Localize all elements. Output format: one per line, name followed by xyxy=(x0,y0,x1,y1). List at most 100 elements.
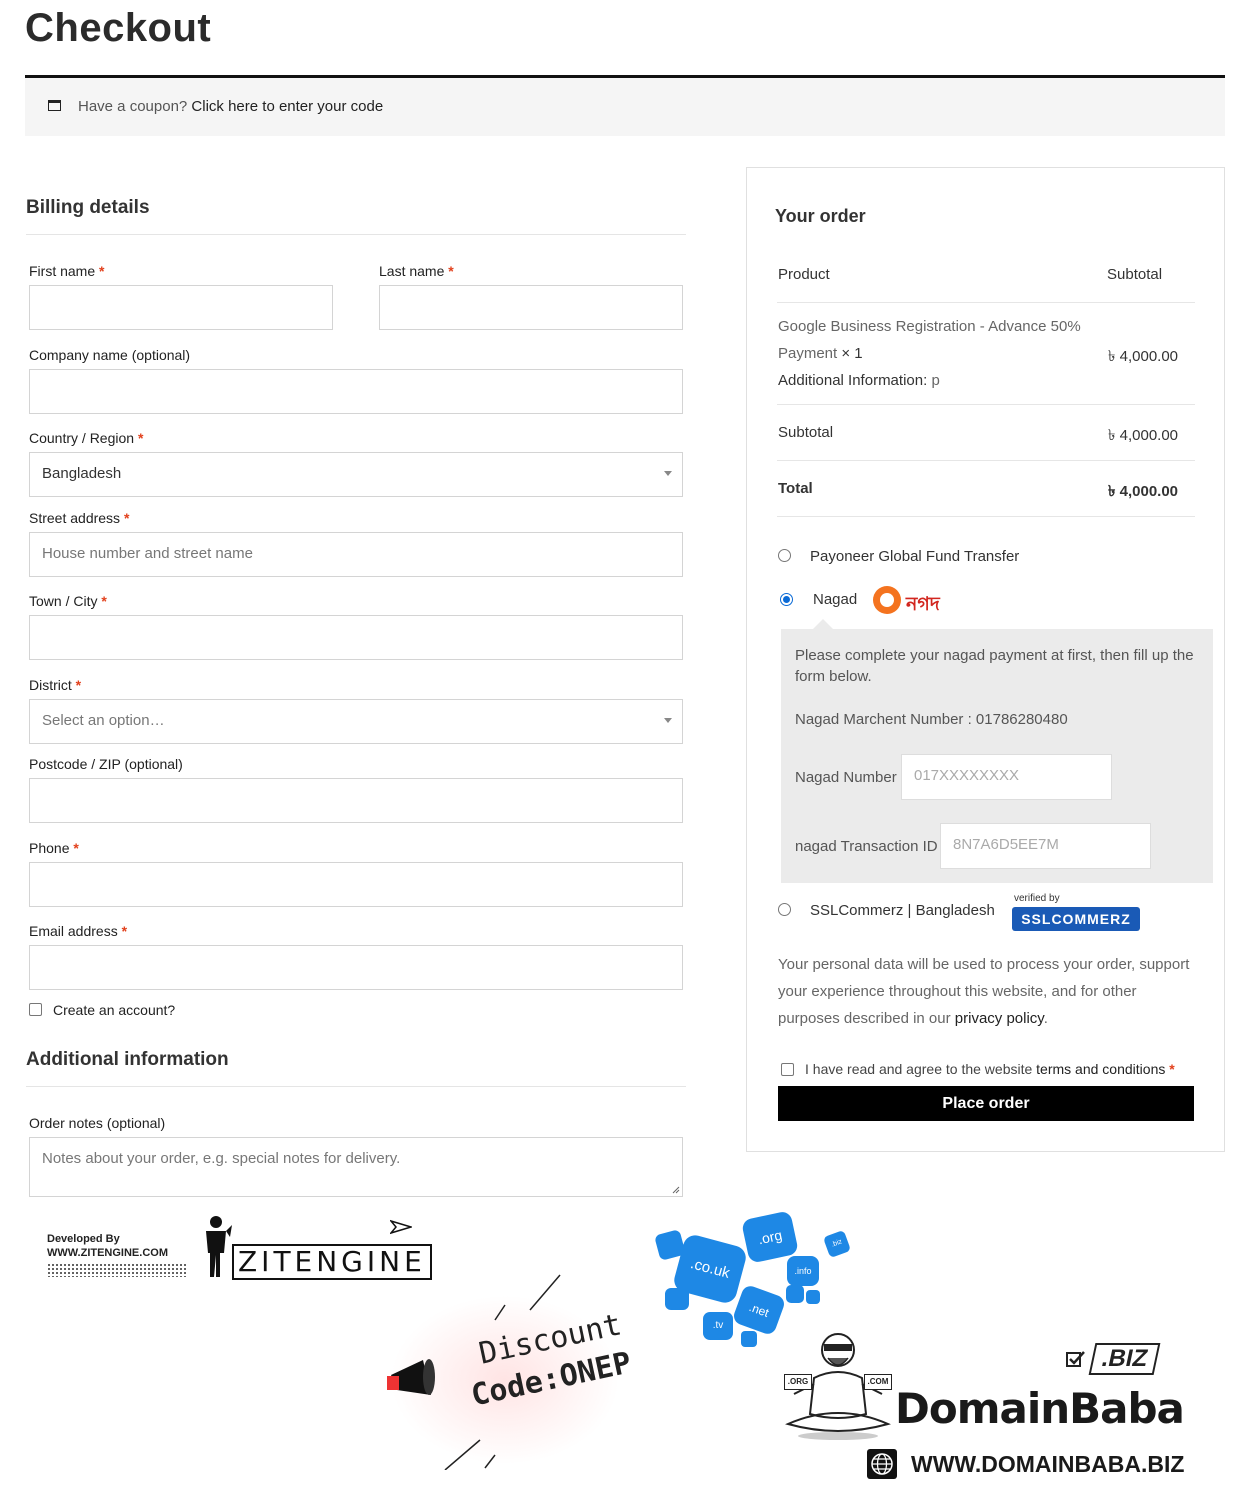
tld-bubble-tv: .tv xyxy=(703,1312,733,1340)
first-name-input[interactable] xyxy=(29,285,333,330)
tld-bubble-net: .net xyxy=(731,1283,787,1337)
district-label: District * xyxy=(29,677,81,693)
tld-bubble-biz: .biz xyxy=(822,1229,852,1259)
required-mark: * xyxy=(123,510,130,526)
item-info-label: Additional Information: xyxy=(778,372,928,389)
order-notes-label: Order notes (optional) xyxy=(29,1115,166,1131)
district-select[interactable]: Select an option… xyxy=(29,699,683,744)
nagad-number-placeholder: 017XXXXXXXX xyxy=(914,767,1020,784)
order-divider xyxy=(777,404,1195,405)
street-label-text: Street address xyxy=(29,510,121,526)
first-name-label: First name * xyxy=(29,263,104,279)
phone-label-text: Phone xyxy=(29,840,70,856)
privacy-policy-link[interactable]: privacy policy xyxy=(955,1010,1044,1027)
street-input[interactable]: House number and street name xyxy=(29,532,683,577)
terms-prefix: I have read and agree to the website xyxy=(805,1061,1033,1077)
item-info-value: p xyxy=(931,372,940,389)
page-title: Checkout xyxy=(25,6,212,50)
nagad-txn-input[interactable]: 8N7A6D5EE7M xyxy=(940,823,1151,869)
billing-heading: Billing details xyxy=(26,197,150,218)
district-placeholder: Select an option… xyxy=(42,712,165,729)
tld-bubble-org: .org xyxy=(740,1210,800,1264)
email-input[interactable] xyxy=(29,945,683,990)
country-label: Country / Region * xyxy=(29,430,143,446)
checkbox-checked-icon xyxy=(1066,1351,1085,1367)
nagad-radio[interactable] xyxy=(780,593,793,606)
tld-bubble xyxy=(786,1285,804,1303)
phone-input[interactable] xyxy=(29,862,683,907)
order-notes-textarea[interactable]: Notes about your order, e.g. special not… xyxy=(29,1137,683,1197)
phone-label: Phone * xyxy=(29,840,79,856)
required-mark: * xyxy=(99,263,105,279)
postcode-input[interactable] xyxy=(29,778,683,823)
billing-divider xyxy=(26,234,686,235)
email-label-text: Email address xyxy=(29,923,118,939)
order-divider xyxy=(777,516,1195,517)
required-mark: * xyxy=(137,430,144,446)
tld-bubble xyxy=(806,1290,820,1304)
last-name-label-text: Last name xyxy=(379,263,445,279)
chevron-down-icon xyxy=(664,718,672,723)
street-placeholder: House number and street name xyxy=(42,545,253,562)
sslcommerz-label[interactable]: SSLCommerz | Bangladesh xyxy=(810,902,995,919)
nagad-txn-label: nagad Transaction ID xyxy=(795,838,938,855)
tld-bubble-info: .info xyxy=(787,1256,819,1286)
payoneer-radio[interactable] xyxy=(778,549,791,562)
required-mark: * xyxy=(101,593,107,609)
last-name-label: Last name * xyxy=(379,263,454,279)
domainbaba-site: WWW.DOMAINBABA.BIZ xyxy=(911,1451,1185,1477)
resize-handle-icon[interactable] xyxy=(672,1186,680,1194)
city-input[interactable] xyxy=(29,615,683,660)
place-order-button[interactable]: Place order xyxy=(778,1086,1194,1121)
zitengine-logo: ZITENGINE xyxy=(232,1244,432,1280)
item-info: Additional Information: p xyxy=(778,372,940,389)
privacy-end: . xyxy=(1043,1010,1048,1027)
item-name-cont: Payment xyxy=(778,345,838,362)
country-select[interactable]: Bangladesh xyxy=(29,452,683,497)
required-mark: * xyxy=(448,263,454,279)
nagad-logo-text: নগদ xyxy=(906,593,940,615)
district-label-text: District xyxy=(29,677,72,693)
sslcommerz-radio[interactable] xyxy=(778,903,791,916)
subtotal-label: Subtotal xyxy=(778,424,834,441)
developer-site: WWW.ZITENGINE.COM xyxy=(47,1247,168,1259)
country-value: Bangladesh xyxy=(42,465,122,482)
baba-org-tag: .ORG xyxy=(784,1374,812,1390)
street-label: Street address * xyxy=(29,510,129,526)
baba-com-tag: .COM xyxy=(864,1374,892,1390)
create-account-checkbox[interactable] xyxy=(29,1003,42,1016)
additional-heading: Additional information xyxy=(26,1049,229,1070)
nagad-number-input[interactable]: 017XXXXXXXX xyxy=(901,754,1112,800)
terms-checkbox[interactable] xyxy=(781,1063,794,1076)
company-label: Company name (optional) xyxy=(29,347,191,363)
sslcommerz-logo: SSLCOMMERZ xyxy=(1012,907,1140,931)
domainbaba-logo: DomainBaba xyxy=(895,1384,1185,1433)
required-mark: * xyxy=(75,677,82,693)
coupon-link[interactable]: Click here to enter your code xyxy=(191,98,383,115)
create-account-label[interactable]: Create an account? xyxy=(53,1002,175,1018)
product-col-header: Product xyxy=(778,266,830,283)
city-label-text: Town / City xyxy=(29,593,98,609)
globe-icon xyxy=(867,1449,897,1479)
last-name-input[interactable] xyxy=(379,285,683,330)
order-divider xyxy=(777,302,1195,303)
first-name-label-text: First name xyxy=(29,263,96,279)
order-notes-placeholder: Notes about your order, e.g. special not… xyxy=(42,1150,401,1167)
developed-by-label: Developed By xyxy=(47,1233,120,1245)
payoneer-label[interactable]: Payoneer Global Fund Transfer xyxy=(810,548,1019,565)
ssl-verified-caption: verified by xyxy=(1014,893,1060,904)
coupon-prefix: Have a coupon? xyxy=(78,98,188,115)
company-input[interactable] xyxy=(29,369,683,414)
nagad-label[interactable]: Nagad xyxy=(813,591,857,608)
nagad-txn-placeholder: 8N7A6D5EE7M xyxy=(953,836,1059,853)
coupon-window-icon xyxy=(48,100,61,111)
terms-label: I have read and agree to the website ter… xyxy=(805,1061,1175,1077)
order-divider xyxy=(777,460,1195,461)
postcode-label: Postcode / ZIP (optional) xyxy=(29,756,183,772)
additional-divider xyxy=(26,1086,686,1087)
dotted-pattern xyxy=(47,1263,187,1277)
total-value: ৳ 4,000.00 xyxy=(1108,483,1179,500)
biz-badge: .BIZ xyxy=(1088,1343,1161,1375)
terms-link[interactable]: terms and conditions xyxy=(1036,1061,1165,1077)
email-label: Email address * xyxy=(29,923,127,939)
